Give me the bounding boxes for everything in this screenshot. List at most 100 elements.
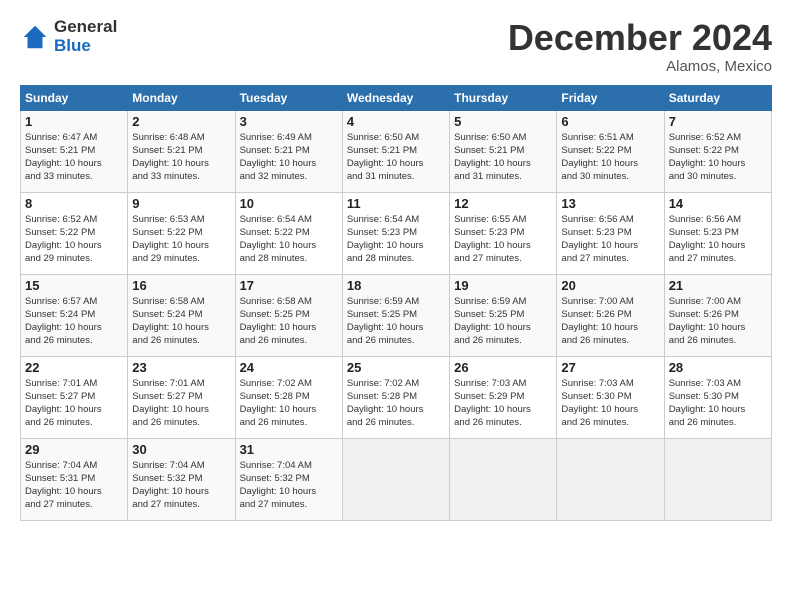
table-row: 11Sunrise: 6:54 AM Sunset: 5:23 PM Dayli… <box>342 192 449 274</box>
day-number: 9 <box>132 196 230 211</box>
day-number: 7 <box>669 114 767 129</box>
day-number: 12 <box>454 196 552 211</box>
calendar-header-row: Sunday Monday Tuesday Wednesday Thursday… <box>21 85 772 110</box>
day-info: Sunrise: 7:04 AM Sunset: 5:32 PM Dayligh… <box>132 459 230 512</box>
table-row: 26Sunrise: 7:03 AM Sunset: 5:29 PM Dayli… <box>450 356 557 438</box>
table-row: 9 Sunrise: 6:53 AM Sunset: 5:22 PM Daylig… <box>128 192 235 274</box>
table-row: 8Sunrise: 6:52 AM Sunset: 5:22 PM Daylig… <box>21 192 128 274</box>
day-number: 25 <box>347 360 445 375</box>
day-info: Sunrise: 6:50 AM Sunset: 5:21 PM Dayligh… <box>454 131 552 184</box>
logo-blue: Blue <box>54 37 117 56</box>
day-number: 4 <box>347 114 445 129</box>
calendar-week-row: 15 Sunrise: 6:57 AM Sunset: 5:24 PM Dayli… <box>21 274 772 356</box>
day-number: 22 <box>25 360 123 375</box>
day-number: 21 <box>669 278 767 293</box>
day-info: Sunrise: 6:49 AM Sunset: 5:21 PM Dayligh… <box>240 131 338 184</box>
location: Alamos, Mexico <box>508 58 772 75</box>
table-row: 24 Sunrise: 7:02 AM Sunset: 5:28 PM Dayli… <box>235 356 342 438</box>
table-row: 10Sunrise: 6:54 AM Sunset: 5:22 PM Dayli… <box>235 192 342 274</box>
day-info: Sunrise: 7:02 AM Sunset: 5:28 PM Dayligh… <box>240 377 338 430</box>
logo: General Blue <box>20 18 117 55</box>
day-info: Sunrise: 6:48 AM Sunset: 5:21 PM Dayligh… <box>132 131 230 184</box>
col-friday: Friday <box>557 85 664 110</box>
day-info: Sunrise: 7:02 AM Sunset: 5:28 PM Dayligh… <box>347 377 445 430</box>
logo-text: General Blue <box>54 18 117 55</box>
day-info: Sunrise: 7:04 AM Sunset: 5:32 PM Dayligh… <box>240 459 338 512</box>
table-row: 20 Sunrise: 7:00 AM Sunset: 5:26 PM Dayli… <box>557 274 664 356</box>
table-row: 15 Sunrise: 6:57 AM Sunset: 5:24 PM Dayli… <box>21 274 128 356</box>
day-info: Sunrise: 6:55 AM Sunset: 5:23 PM Dayligh… <box>454 213 552 266</box>
table-row: 25 Sunrise: 7:02 AM Sunset: 5:28 PM Dayli… <box>342 356 449 438</box>
month-title: December 2024 <box>508 18 772 58</box>
day-info: Sunrise: 6:58 AM Sunset: 5:24 PM Dayligh… <box>132 295 230 348</box>
table-row <box>557 438 664 520</box>
table-row: 5 Sunrise: 6:50 AM Sunset: 5:21 PM Daylig… <box>450 110 557 192</box>
day-number: 26 <box>454 360 552 375</box>
day-number: 31 <box>240 442 338 457</box>
table-row: 14 Sunrise: 6:56 AM Sunset: 5:23 PM Dayli… <box>664 192 771 274</box>
title-block: December 2024 Alamos, Mexico <box>508 18 772 75</box>
table-row: 28Sunrise: 7:03 AM Sunset: 5:30 PM Dayli… <box>664 356 771 438</box>
day-info: Sunrise: 6:47 AM Sunset: 5:21 PM Dayligh… <box>25 131 123 184</box>
col-tuesday: Tuesday <box>235 85 342 110</box>
table-row: 21Sunrise: 7:00 AM Sunset: 5:26 PM Dayli… <box>664 274 771 356</box>
table-row: 22 Sunrise: 7:01 AM Sunset: 5:27 PM Dayli… <box>21 356 128 438</box>
day-number: 23 <box>132 360 230 375</box>
day-info: Sunrise: 6:52 AM Sunset: 5:22 PM Dayligh… <box>669 131 767 184</box>
table-row: 4 Sunrise: 6:50 AM Sunset: 5:21 PM Daylig… <box>342 110 449 192</box>
calendar: Sunday Monday Tuesday Wednesday Thursday… <box>20 85 772 521</box>
day-info: Sunrise: 6:50 AM Sunset: 5:21 PM Dayligh… <box>347 131 445 184</box>
day-info: Sunrise: 7:01 AM Sunset: 5:27 PM Dayligh… <box>25 377 123 430</box>
table-row: 18 Sunrise: 6:59 AM Sunset: 5:25 PM Dayli… <box>342 274 449 356</box>
table-row: 31 Sunrise: 7:04 AM Sunset: 5:32 PM Dayli… <box>235 438 342 520</box>
col-thursday: Thursday <box>450 85 557 110</box>
table-row: 6Sunrise: 6:51 AM Sunset: 5:22 PM Daylig… <box>557 110 664 192</box>
table-row: 16Sunrise: 6:58 AM Sunset: 5:24 PM Dayli… <box>128 274 235 356</box>
day-number: 11 <box>347 196 445 211</box>
table-row: 19Sunrise: 6:59 AM Sunset: 5:25 PM Dayli… <box>450 274 557 356</box>
day-info: Sunrise: 6:57 AM Sunset: 5:24 PM Dayligh… <box>25 295 123 348</box>
day-number: 6 <box>561 114 659 129</box>
table-row: 17Sunrise: 6:58 AM Sunset: 5:25 PM Dayli… <box>235 274 342 356</box>
table-row <box>342 438 449 520</box>
day-number: 18 <box>347 278 445 293</box>
day-number: 24 <box>240 360 338 375</box>
col-sunday: Sunday <box>21 85 128 110</box>
table-row: 13Sunrise: 6:56 AM Sunset: 5:23 PM Dayli… <box>557 192 664 274</box>
day-info: Sunrise: 6:56 AM Sunset: 5:23 PM Dayligh… <box>561 213 659 266</box>
day-info: Sunrise: 6:56 AM Sunset: 5:23 PM Dayligh… <box>669 213 767 266</box>
table-row: 29 Sunrise: 7:04 AM Sunset: 5:31 PM Dayli… <box>21 438 128 520</box>
day-number: 5 <box>454 114 552 129</box>
table-row: 27 Sunrise: 7:03 AM Sunset: 5:30 PM Dayli… <box>557 356 664 438</box>
calendar-week-row: 8Sunrise: 6:52 AM Sunset: 5:22 PM Daylig… <box>21 192 772 274</box>
calendar-week-row: 22 Sunrise: 7:01 AM Sunset: 5:27 PM Dayli… <box>21 356 772 438</box>
day-info: Sunrise: 7:03 AM Sunset: 5:30 PM Dayligh… <box>561 377 659 430</box>
day-number: 29 <box>25 442 123 457</box>
main-container: General Blue December 2024 Alamos, Mexic… <box>0 0 792 531</box>
day-number: 27 <box>561 360 659 375</box>
day-info: Sunrise: 6:59 AM Sunset: 5:25 PM Dayligh… <box>347 295 445 348</box>
header: General Blue December 2024 Alamos, Mexic… <box>20 18 772 75</box>
calendar-week-row: 1 Sunrise: 6:47 AM Sunset: 5:21 PM Daylig… <box>21 110 772 192</box>
logo-general: General <box>54 18 117 37</box>
day-info: Sunrise: 6:53 AM Sunset: 5:22 PM Dayligh… <box>132 213 230 266</box>
col-wednesday: Wednesday <box>342 85 449 110</box>
day-number: 14 <box>669 196 767 211</box>
table-row: 12 Sunrise: 6:55 AM Sunset: 5:23 PM Dayli… <box>450 192 557 274</box>
day-number: 28 <box>669 360 767 375</box>
col-saturday: Saturday <box>664 85 771 110</box>
day-number: 1 <box>25 114 123 129</box>
day-number: 17 <box>240 278 338 293</box>
day-info: Sunrise: 7:04 AM Sunset: 5:31 PM Dayligh… <box>25 459 123 512</box>
logo-icon <box>20 22 50 52</box>
table-row <box>450 438 557 520</box>
calendar-week-row: 29 Sunrise: 7:04 AM Sunset: 5:31 PM Dayli… <box>21 438 772 520</box>
table-row: 2Sunrise: 6:48 AM Sunset: 5:21 PM Daylig… <box>128 110 235 192</box>
day-info: Sunrise: 7:00 AM Sunset: 5:26 PM Dayligh… <box>561 295 659 348</box>
day-number: 20 <box>561 278 659 293</box>
day-info: Sunrise: 7:01 AM Sunset: 5:27 PM Dayligh… <box>132 377 230 430</box>
day-number: 3 <box>240 114 338 129</box>
day-number: 10 <box>240 196 338 211</box>
table-row: 3 Sunrise: 6:49 AM Sunset: 5:21 PM Daylig… <box>235 110 342 192</box>
day-number: 15 <box>25 278 123 293</box>
